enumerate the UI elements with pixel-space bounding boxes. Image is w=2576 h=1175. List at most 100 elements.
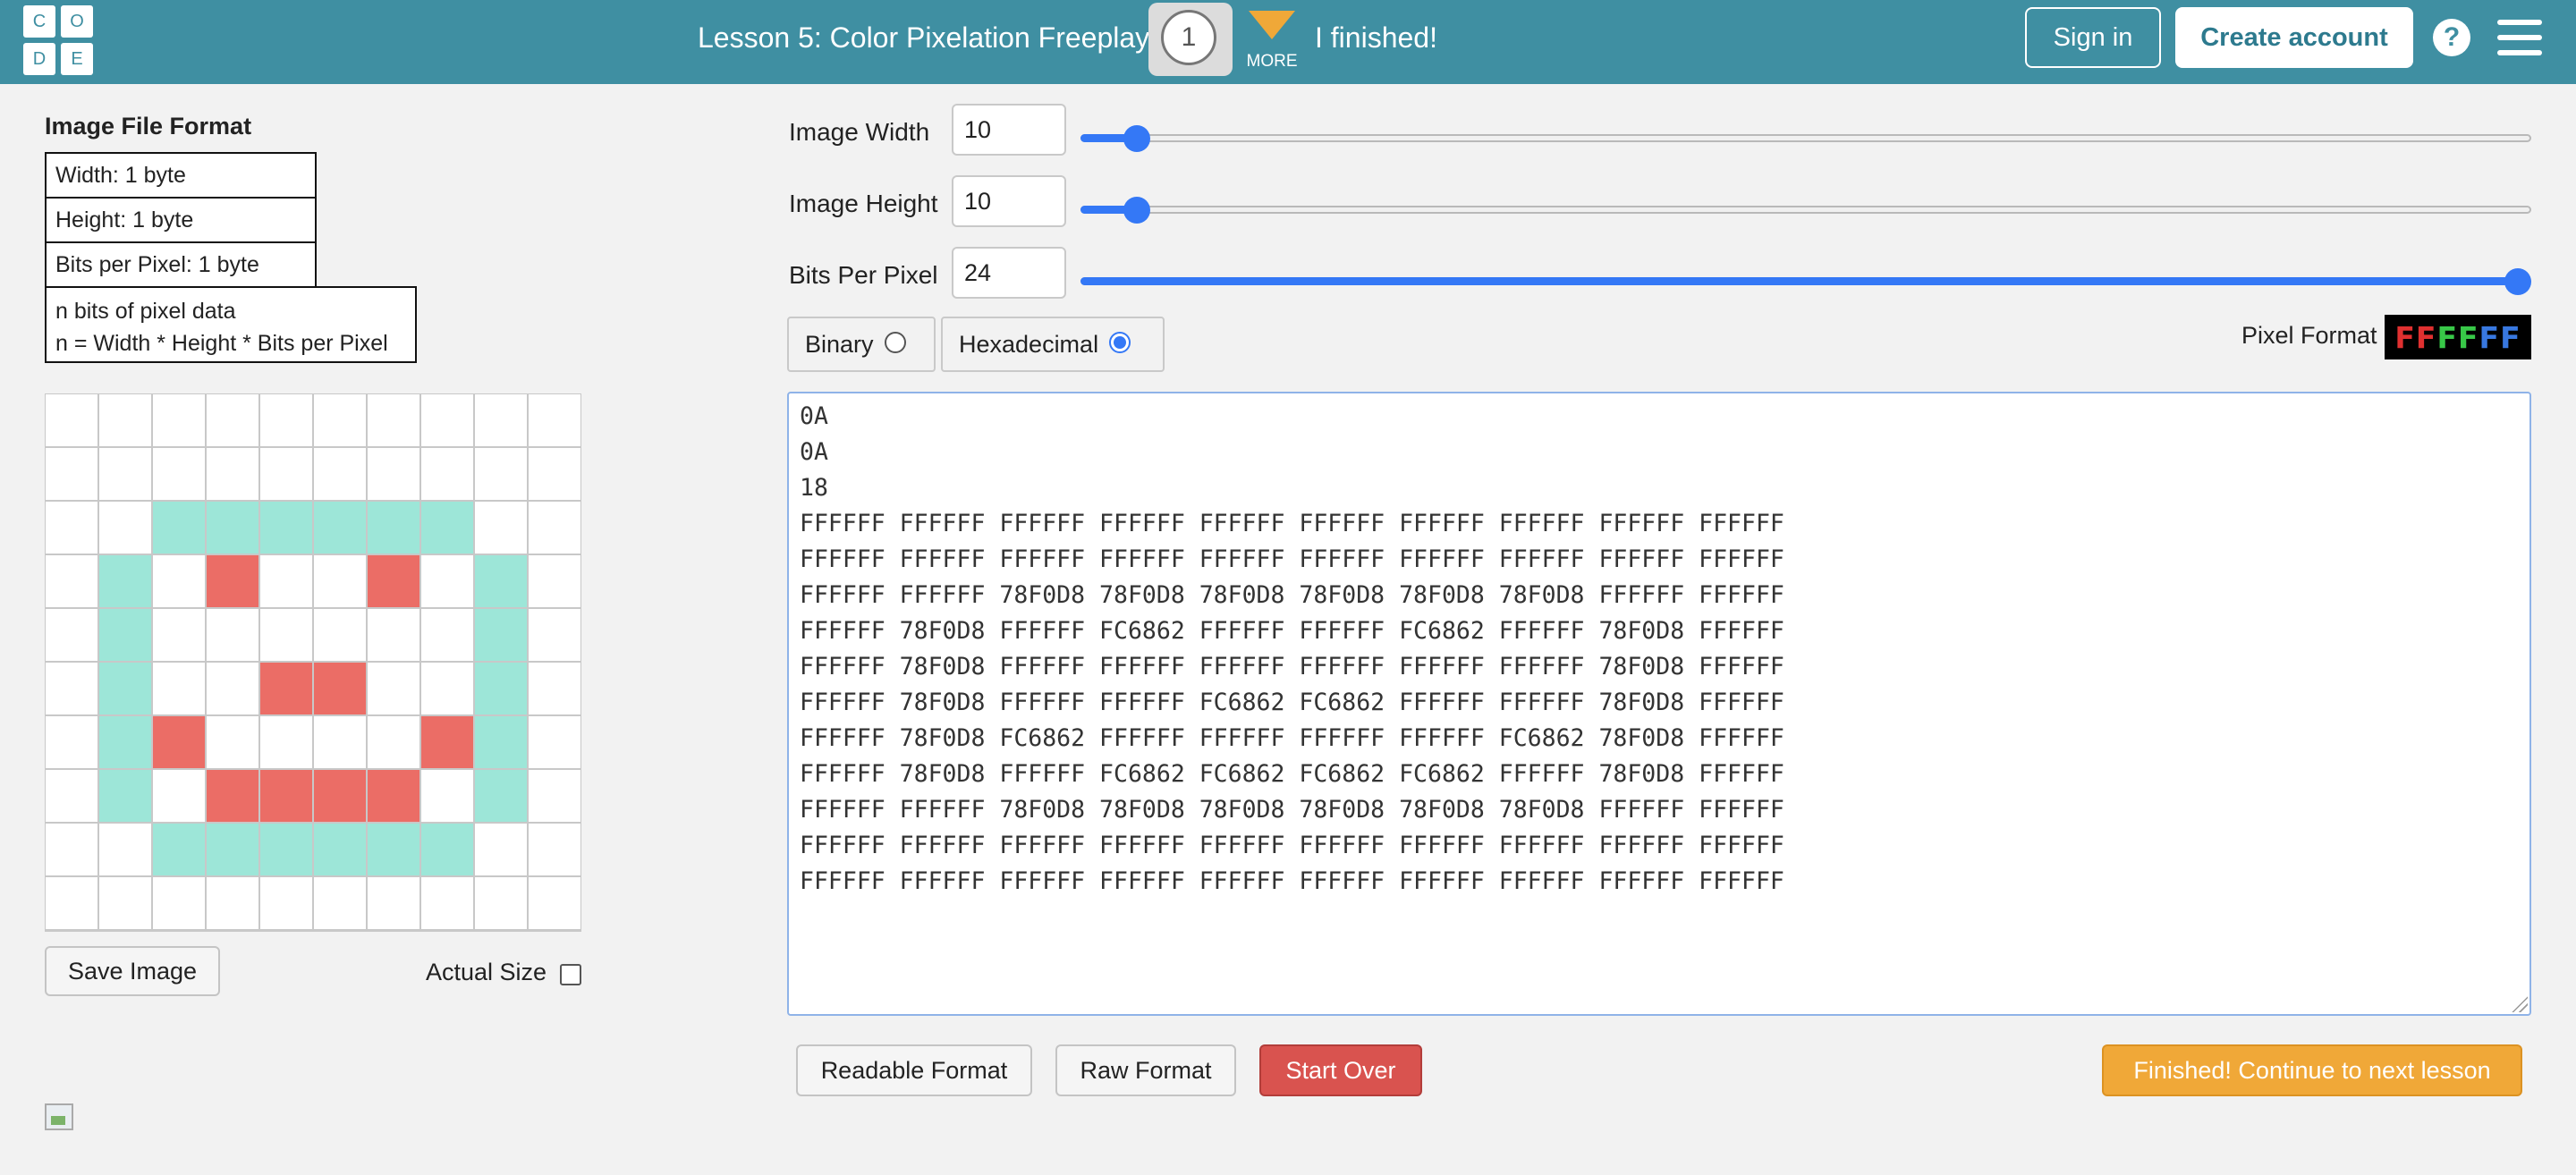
pixel-cell[interactable] <box>152 930 206 932</box>
pixel-cell[interactable] <box>259 876 313 930</box>
pixel-cell[interactable] <box>420 501 474 554</box>
pixel-cell[interactable] <box>474 393 528 447</box>
pixel-cell[interactable] <box>313 501 367 554</box>
readable-format-button[interactable]: Readable Format <box>796 1044 1032 1096</box>
pixel-cell[interactable] <box>367 715 420 769</box>
pixel-cell[interactable] <box>259 769 313 823</box>
more-dropdown[interactable]: MORE <box>1245 11 1299 75</box>
pixel-cell[interactable] <box>98 608 152 662</box>
pixel-cell[interactable] <box>152 501 206 554</box>
pixel-cell[interactable] <box>98 930 152 932</box>
pixel-cell[interactable] <box>367 393 420 447</box>
pixel-cell[interactable] <box>206 823 259 876</box>
pixel-cell[interactable] <box>420 715 474 769</box>
pixel-cell[interactable] <box>367 823 420 876</box>
pixel-cell[interactable] <box>259 930 313 932</box>
pixel-cell[interactable] <box>45 393 98 447</box>
create-account-button[interactable]: Create account <box>2175 7 2413 68</box>
continue-next-lesson-button[interactable]: Finished! Continue to next lesson <box>2102 1044 2522 1096</box>
hamburger-menu-icon[interactable] <box>2497 20 2542 55</box>
pixel-cell[interactable] <box>206 393 259 447</box>
pixel-cell[interactable] <box>259 608 313 662</box>
save-image-button[interactable]: Save Image <box>45 946 220 996</box>
image-width-slider[interactable] <box>1080 123 2531 154</box>
pixel-cell[interactable] <box>367 554 420 608</box>
hexadecimal-radio[interactable] <box>1109 332 1131 353</box>
pixel-cell[interactable] <box>367 930 420 932</box>
pixel-cell[interactable] <box>367 608 420 662</box>
pixel-cell[interactable] <box>420 608 474 662</box>
pixel-cell[interactable] <box>528 501 581 554</box>
pixel-cell[interactable] <box>206 501 259 554</box>
pixel-cell[interactable] <box>528 823 581 876</box>
pixel-cell[interactable] <box>259 715 313 769</box>
pixel-cell[interactable] <box>259 447 313 501</box>
pixel-cell[interactable] <box>474 501 528 554</box>
sign-in-button[interactable]: Sign in <box>2025 7 2161 68</box>
binary-radio[interactable] <box>884 332 906 353</box>
pixel-cell[interactable] <box>152 823 206 876</box>
pixel-cell[interactable] <box>206 608 259 662</box>
pixel-cell[interactable] <box>313 554 367 608</box>
resize-handle-icon[interactable] <box>2512 996 2528 1012</box>
pixel-cell[interactable] <box>474 554 528 608</box>
pixel-cell[interactable] <box>474 823 528 876</box>
pixel-cell[interactable] <box>152 554 206 608</box>
pixel-cell[interactable] <box>206 715 259 769</box>
pixel-cell[interactable] <box>98 393 152 447</box>
pixel-cell[interactable] <box>313 662 367 715</box>
start-over-button[interactable]: Start Over <box>1259 1044 1422 1096</box>
pixel-cell[interactable] <box>98 554 152 608</box>
pixel-cell[interactable] <box>45 876 98 930</box>
pixel-cell[interactable] <box>313 715 367 769</box>
pixel-cell[interactable] <box>420 769 474 823</box>
pixel-cell[interactable] <box>313 769 367 823</box>
image-height-slider[interactable] <box>1080 195 2531 225</box>
pixel-cell[interactable] <box>474 447 528 501</box>
pixel-cell[interactable] <box>474 930 528 932</box>
pixel-cell[interactable] <box>313 930 367 932</box>
hexadecimal-radio-option[interactable]: Hexadecimal <box>941 317 1165 372</box>
pixel-cell[interactable] <box>474 876 528 930</box>
image-height-input[interactable] <box>952 175 1066 227</box>
pixel-cell[interactable] <box>474 662 528 715</box>
pixel-cell[interactable] <box>152 447 206 501</box>
pixel-cell[interactable] <box>98 769 152 823</box>
pixel-cell[interactable] <box>367 447 420 501</box>
pixel-cell[interactable] <box>206 447 259 501</box>
pixel-cell[interactable] <box>45 823 98 876</box>
pixel-cell[interactable] <box>367 662 420 715</box>
pixel-cell[interactable] <box>367 876 420 930</box>
pixel-cell[interactable] <box>313 876 367 930</box>
pixel-cell[interactable] <box>259 393 313 447</box>
pixel-cell[interactable] <box>45 554 98 608</box>
pixel-cell[interactable] <box>152 715 206 769</box>
pixel-cell[interactable] <box>474 769 528 823</box>
pixel-cell[interactable] <box>98 662 152 715</box>
pixel-cell[interactable] <box>45 501 98 554</box>
pixel-cell[interactable] <box>528 447 581 501</box>
pixel-cell[interactable] <box>528 662 581 715</box>
pixel-cell[interactable] <box>259 823 313 876</box>
pixel-cell[interactable] <box>313 823 367 876</box>
pixel-cell[interactable] <box>45 608 98 662</box>
pixel-cell[interactable] <box>528 393 581 447</box>
pixel-cell[interactable] <box>206 876 259 930</box>
pixel-cell[interactable] <box>528 715 581 769</box>
pixel-cell[interactable] <box>420 393 474 447</box>
pixel-cell[interactable] <box>367 769 420 823</box>
pixel-cell[interactable] <box>420 447 474 501</box>
pixel-cell[interactable] <box>45 662 98 715</box>
pixel-cell[interactable] <box>98 715 152 769</box>
pixel-cell[interactable] <box>152 608 206 662</box>
slider-thumb[interactable] <box>1123 197 1150 224</box>
pixel-cell[interactable] <box>474 608 528 662</box>
pixel-cell[interactable] <box>313 393 367 447</box>
pixel-cell[interactable] <box>98 876 152 930</box>
pixel-cell[interactable] <box>45 715 98 769</box>
pixel-cell[interactable] <box>45 769 98 823</box>
image-width-input[interactable] <box>952 104 1066 156</box>
pixel-cell[interactable] <box>313 608 367 662</box>
pixel-cell[interactable] <box>152 876 206 930</box>
raw-format-button[interactable]: Raw Format <box>1055 1044 1236 1096</box>
